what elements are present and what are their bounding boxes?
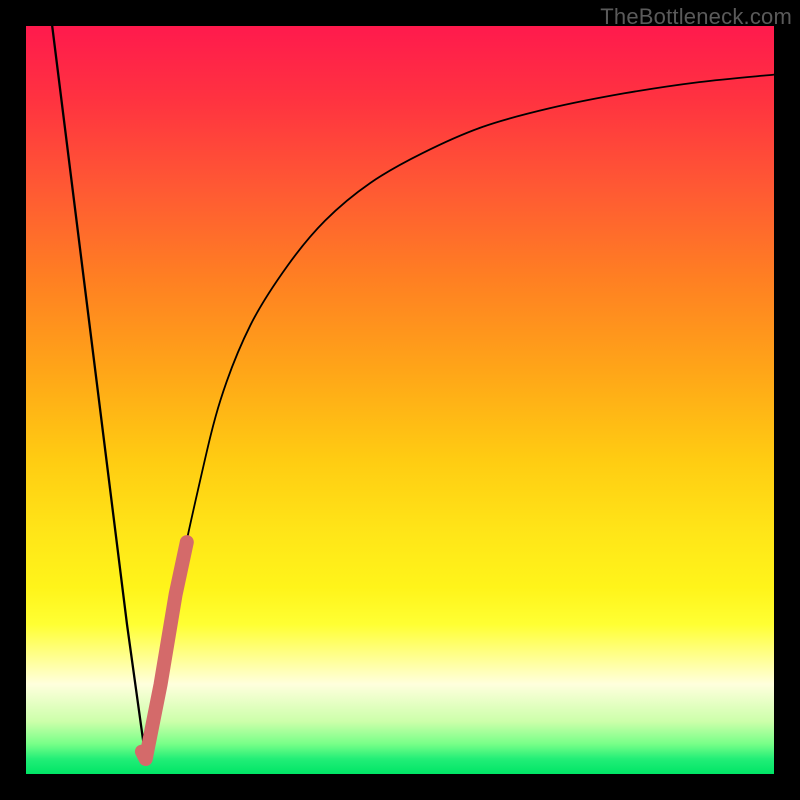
chart-frame: TheBottleneck.com — [0, 0, 800, 800]
curve-right — [146, 75, 774, 759]
highlight-segment — [142, 542, 187, 759]
watermark-text: TheBottleneck.com — [600, 4, 792, 30]
curve-left — [52, 26, 146, 759]
curve-layer — [0, 0, 800, 800]
